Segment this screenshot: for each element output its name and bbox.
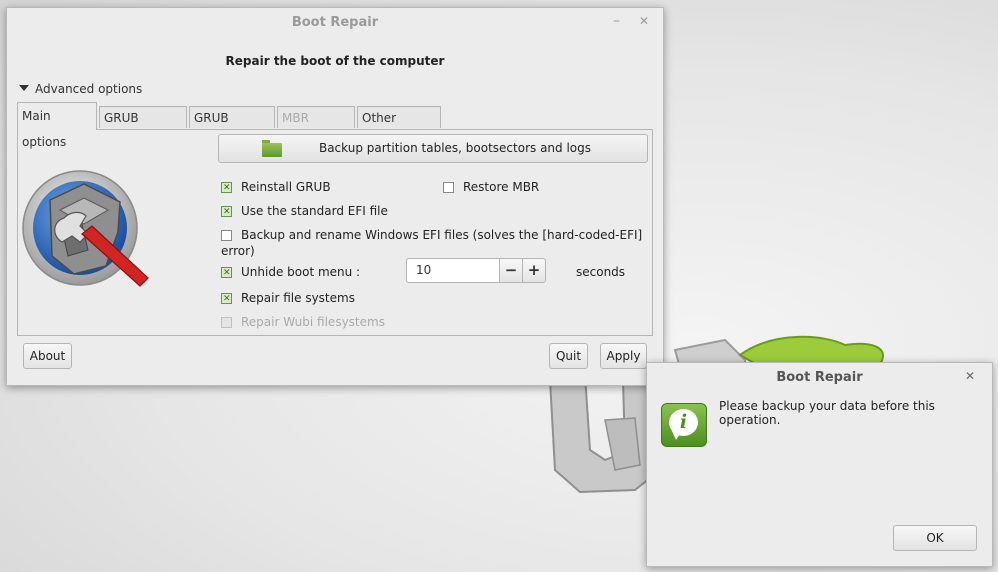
- repair-wubi-label: Repair Wubi filesystems: [241, 315, 385, 329]
- apply-button[interactable]: Apply: [600, 343, 647, 369]
- dialog-message: Please backup your data before this oper…: [719, 399, 935, 427]
- info-icon: i: [661, 403, 707, 447]
- backup-rename-efi-label: Backup and rename Windows EFI files (sol…: [221, 228, 643, 258]
- decrement-button[interactable]: −: [499, 258, 523, 283]
- tab-other-options[interactable]: Other options: [357, 106, 441, 147]
- restore-mbr-label: Restore MBR: [463, 180, 540, 194]
- boot-repair-logo-icon: [22, 170, 149, 287]
- close-icon[interactable]: ✕: [639, 8, 649, 34]
- unhide-boot-menu-option[interactable]: Unhide boot menu :: [221, 264, 361, 281]
- advanced-options-label: Advanced options: [35, 82, 143, 96]
- backup-warning-dialog: Boot Repair ✕ i Please backup your data …: [646, 362, 993, 567]
- ok-button[interactable]: OK: [893, 525, 977, 551]
- tab-main-options[interactable]: Main options: [17, 102, 97, 149]
- boot-repair-main-window: Boot Repair – ✕ Repair the boot of the c…: [6, 7, 664, 386]
- unhide-boot-menu-checkbox[interactable]: [221, 265, 232, 281]
- triangle-down-icon: [19, 85, 29, 91]
- close-icon[interactable]: ✕: [965, 363, 975, 389]
- repair-wubi-checkbox: [221, 317, 232, 328]
- info-glyph: i: [679, 411, 688, 433]
- reinstall-grub-checkbox[interactable]: [221, 180, 232, 196]
- tab-grub-options[interactable]: GRUB options: [189, 106, 275, 147]
- standard-efi-checkbox[interactable]: [221, 204, 232, 220]
- standard-efi-option[interactable]: Use the standard EFI file: [221, 203, 388, 220]
- advanced-options-expander[interactable]: Advanced options: [19, 82, 142, 96]
- main-options-panel: Backup partition tables, bootsectors and…: [17, 129, 653, 336]
- repair-file-systems-label: Repair file systems: [241, 291, 355, 305]
- restore-mbr-checkbox[interactable]: [443, 182, 454, 193]
- page-title: Repair the boot of the computer: [225, 54, 445, 68]
- backup-rename-efi-checkbox[interactable]: [221, 230, 232, 241]
- about-button[interactable]: About: [23, 343, 72, 369]
- boot-menu-seconds-input[interactable]: 10: [406, 258, 500, 283]
- restore-mbr-option[interactable]: Restore MBR: [443, 179, 539, 195]
- minimize-icon[interactable]: –: [613, 8, 620, 34]
- backup-partition-tables-button[interactable]: Backup partition tables, bootsectors and…: [218, 134, 648, 163]
- increment-button[interactable]: +: [522, 258, 546, 283]
- quit-button[interactable]: Quit: [549, 343, 588, 369]
- reinstall-grub-option[interactable]: Reinstall GRUB: [221, 179, 331, 196]
- dialog-titlebar: Boot Repair ✕: [647, 363, 992, 391]
- repair-file-systems-checkbox[interactable]: [221, 291, 232, 307]
- main-titlebar: Boot Repair – ✕: [7, 8, 663, 36]
- repair-file-systems-option[interactable]: Repair file systems: [221, 290, 355, 307]
- folder-icon: [262, 140, 282, 157]
- seconds-label: seconds: [576, 265, 626, 279]
- backup-button-label: Backup partition tables, bootsectors and…: [318, 141, 592, 155]
- unhide-boot-menu-label: Unhide boot menu :: [241, 265, 361, 279]
- reinstall-grub-label: Reinstall GRUB: [241, 180, 331, 194]
- tab-mbr-options[interactable]: MBR options: [277, 106, 355, 147]
- backup-rename-efi-option[interactable]: Backup and rename Windows EFI files (sol…: [221, 227, 652, 259]
- main-window-title: Boot Repair: [291, 15, 379, 30]
- tab-grub-location[interactable]: GRUB location: [99, 106, 187, 147]
- repair-wubi-option: Repair Wubi filesystems: [221, 314, 385, 330]
- standard-efi-label: Use the standard EFI file: [241, 204, 388, 218]
- dialog-title: Boot Repair: [776, 370, 863, 385]
